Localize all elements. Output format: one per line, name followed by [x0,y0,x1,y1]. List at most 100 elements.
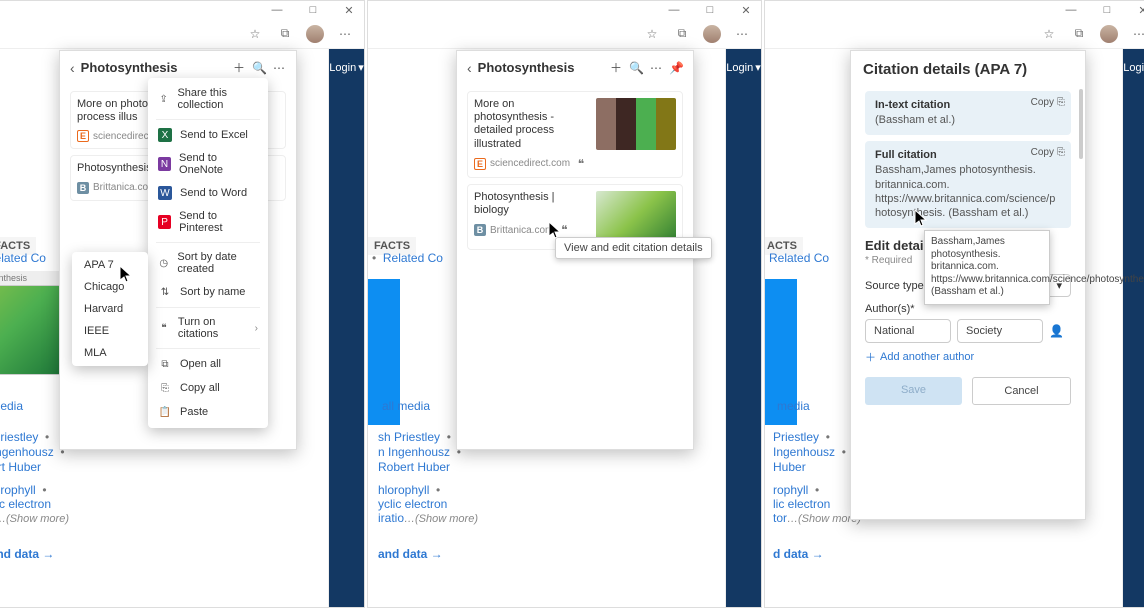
all-media-link[interactable]: all media [382,399,430,413]
copy-button[interactable]: Copy⎘ [1031,147,1065,158]
topic-link[interactable]: rophyll • [773,483,861,497]
author-link[interactable]: eph Priestley • [0,430,65,444]
intext-value: (Bassham et al.) [875,113,1061,127]
collection-title: Photosynthesis [478,60,603,75]
related-link[interactable]: • Related Co [372,251,443,265]
author-link[interactable]: Huber [773,460,846,474]
pin-icon[interactable]: 📌 [669,61,683,75]
collection-context-menu: ⇪Share this collection XSend to Excel NS… [148,78,268,428]
style-chicago[interactable]: Chicago [72,276,148,298]
login-button[interactable]: Login▾ [1123,61,1144,74]
collections-icon[interactable]: ⧉ [276,25,294,43]
close-button[interactable]: ✕ [1134,4,1144,17]
cancel-button[interactable]: Cancel [972,377,1071,405]
share-collection-item[interactable]: ⇪Share this collection [148,82,268,116]
close-button[interactable]: ✕ [737,4,755,17]
add-icon[interactable]: ＋ [609,59,623,76]
site-favicon: B [474,224,486,236]
show-more-link[interactable]: …(Show more) [0,513,69,525]
topic-link[interactable]: ncyclic electron [0,497,69,511]
style-mla[interactable]: MLA [72,342,148,364]
author-link[interactable]: Robert Huber [378,460,461,474]
sort-name-item[interactable]: ⇅Sort by name [148,280,268,304]
sort-date-item[interactable]: ◷Sort by date created [148,246,268,280]
back-icon[interactable]: ‹ [70,60,75,76]
excel-icon: X [158,128,172,142]
citations-item[interactable]: ❝Turn on citations› [148,311,268,345]
close-button[interactable]: ✕ [340,4,358,17]
author-first-input[interactable] [865,319,951,343]
author-link[interactable]: sh Priestley • [378,430,461,444]
all-media-link[interactable]: media [777,399,810,413]
favorites-icon[interactable]: ☆ [1040,25,1058,43]
topic-link[interactable]: hlorophyll • [378,483,478,497]
more-icon[interactable]: ⋯ [649,61,663,75]
send-pinterest-item[interactable]: PSend to Pinterest [148,205,268,239]
copy-icon: ⎘ [158,381,172,395]
style-ieee[interactable]: IEEE [72,320,148,342]
back-icon[interactable]: ‹ [467,60,472,76]
author-link[interactable]: Jan Ingenhousz • [0,445,65,459]
author-link[interactable]: Ingenhousz • [773,445,846,459]
favorites-icon[interactable]: ☆ [643,25,661,43]
search-icon[interactable]: 🔍 [252,61,266,75]
login-button[interactable]: Login▾ [329,61,363,74]
maximize-button[interactable]: □ [1098,4,1116,16]
card-source: Brittanica.com [93,182,156,193]
share-icon: ⇪ [158,92,169,106]
citation-button[interactable]: ❝ [557,223,571,237]
paste-item[interactable]: 📋Paste [148,400,268,424]
more-icon[interactable]: ⋯ [1130,25,1144,43]
profile-avatar[interactable] [306,25,324,43]
save-button[interactable]: Save [865,377,962,405]
citation-button[interactable]: ❝ [574,157,588,171]
facts-data-link[interactable]: d data [773,547,824,561]
author-last-input[interactable] [957,319,1043,343]
topic-link[interactable]: yclic electron [378,497,478,511]
add-icon[interactable]: ＋ [232,59,246,76]
show-more-link[interactable]: …(Show more) [404,513,478,525]
style-harvard[interactable]: Harvard [72,298,148,320]
open-all-item[interactable]: ⧉Open all [148,352,268,376]
collection-card[interactable]: More on photosynthesis - detailed proces… [467,91,683,178]
all-media-link[interactable]: all media [0,399,23,413]
related-link[interactable]: Related Co [769,251,829,265]
add-author-button[interactable]: ＋Add another author [865,349,1071,365]
plus-icon: ＋ [865,349,876,365]
topic-link[interactable]: lic electron [773,497,861,511]
profile-avatar[interactable] [1100,25,1118,43]
author-link[interactable]: Robert Huber [0,460,65,474]
facts-data-link[interactable]: cts and data [0,547,54,561]
collections-icon[interactable]: ⧉ [1070,25,1088,43]
login-button[interactable]: Login▾ [726,61,760,74]
send-onenote-item[interactable]: NSend to OneNote [148,147,268,181]
more-icon[interactable]: ⋯ [272,61,286,75]
minimize-button[interactable]: — [268,4,286,16]
collections-icon[interactable]: ⧉ [673,25,691,43]
citation-panel-title: Citation details (APA 7) [863,61,1073,78]
style-apa7[interactable]: APA 7 [72,254,148,276]
favorites-icon[interactable]: ☆ [246,25,264,43]
minimize-button[interactable]: — [1062,4,1080,16]
maximize-button[interactable]: □ [304,4,322,16]
maximize-button[interactable]: □ [701,4,719,16]
toolbar: ☆ ⧉ ⋯ [0,19,364,49]
facts-data-link[interactable]: and data [378,547,443,561]
topic-link[interactable]: iratio [378,511,404,525]
send-excel-item[interactable]: XSend to Excel [148,123,268,147]
related-link[interactable]: • Related Co [0,251,46,265]
copy-button[interactable]: Copy⎘ [1031,97,1065,108]
more-icon[interactable]: ⋯ [733,25,751,43]
pinterest-icon: P [158,215,171,229]
author-link[interactable]: Priestley • [773,430,846,444]
copy-all-item[interactable]: ⎘Copy all [148,376,268,400]
send-word-item[interactable]: WSend to Word [148,181,268,205]
more-icon[interactable]: ⋯ [336,25,354,43]
topic-link[interactable]: tor [773,511,787,525]
topic-link[interactable]: c chlorophyll • [0,483,69,497]
search-icon[interactable]: 🔍 [629,61,643,75]
minimize-button[interactable]: — [665,4,683,16]
author-link[interactable]: n Ingenhousz • [378,445,461,459]
word-icon: W [158,186,172,200]
profile-avatar[interactable] [703,25,721,43]
